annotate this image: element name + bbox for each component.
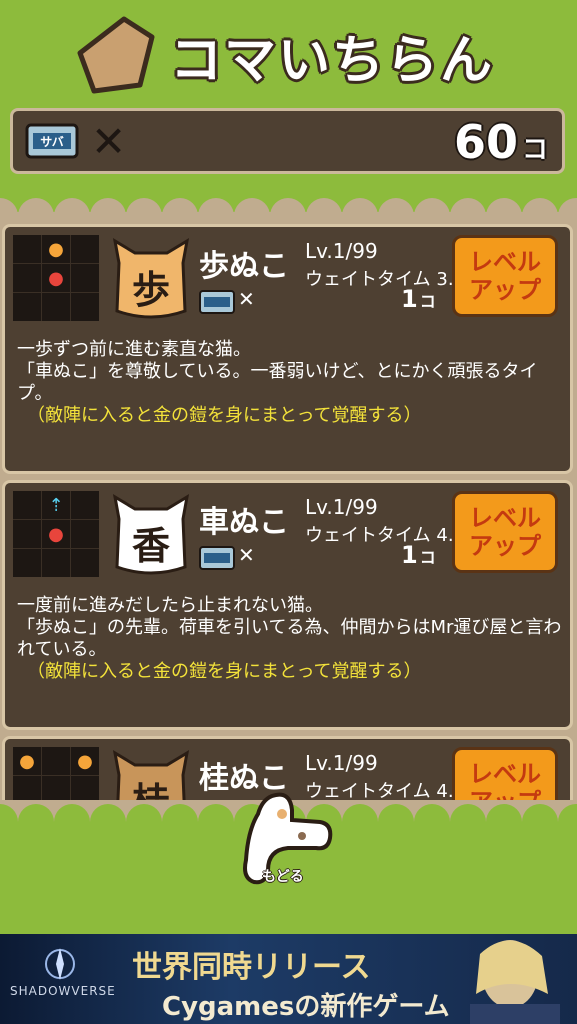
arrow-up-icon: ⇡ (42, 491, 70, 519)
move-grid: ⇡ ● (13, 491, 99, 577)
grid-cell (71, 235, 99, 263)
saba-can-icon: サバ (25, 123, 79, 159)
cost-unit: コ (419, 292, 436, 311)
level-up-label-1: レベル (469, 760, 541, 788)
kyo-cat-portrait: 香 (112, 494, 190, 575)
unit-name: 歩ぬこ (199, 249, 289, 284)
grid-cell (13, 520, 41, 548)
unit-description: 一度前に進みだしたら止まれない猫。 「歩ぬこ」の先輩。荷車を引いてる為、仲間から… (17, 595, 562, 683)
desc-line: 「歩ぬこ」の先輩。荷車を引いてる為、仲間からはMr運び屋と言われている。 (17, 617, 562, 660)
multiply-sign: ✕ (91, 117, 127, 166)
ad-character-art (470, 940, 560, 1024)
can-count: 60 コ (454, 115, 548, 177)
unit-effect: （敵陣に入ると金の鎧を身にまとって覚醒する） (27, 661, 422, 682)
can-label: サバ (40, 135, 64, 149)
unit-effect: （敵陣に入ると金の鎧を身にまとって覚醒する） (27, 405, 422, 426)
grid-cell (71, 549, 99, 577)
can-count-value: 60 (453, 115, 518, 169)
grid-cell (71, 520, 99, 548)
portrait-char: 歩 (132, 268, 170, 312)
unit-level: Lv.1/99 (305, 751, 378, 775)
levelup-cost: 1コ (401, 541, 436, 569)
scallop-divider-top (0, 176, 577, 216)
back-label[interactable]: もどる (262, 866, 304, 886)
grid-cell (71, 293, 99, 321)
multiply-sign: ✕ (238, 287, 255, 311)
grid-cell (71, 264, 99, 292)
portrait-char: 香 (132, 524, 170, 568)
grid-cell (42, 549, 70, 577)
shogi-piece-icon (77, 16, 155, 94)
levelup-cost: 1コ (401, 285, 436, 313)
unit-level: Lv.1/99 (305, 239, 378, 263)
paw-red-icon: ● (42, 264, 70, 292)
paw-red-icon: ● (42, 520, 70, 548)
level-up-button[interactable]: レベル アップ (452, 235, 558, 317)
desc-line: 一歩ずつ前に進む素直な猫。 (17, 339, 251, 360)
grid-cell (13, 235, 41, 263)
paw-orange-icon: ● (13, 747, 41, 775)
paw-orange-icon: ● (71, 747, 99, 775)
ad-banner[interactable]: SHADOWVERSE 世界同時リリース Cygamesの新作ゲーム (0, 934, 577, 1024)
desc-line: 「車ぬこ」を尊敬している。一番弱いけど、とにかく頑張るタイプ。 (17, 361, 538, 404)
cost-value: 1 (401, 285, 418, 313)
cost-unit: コ (419, 548, 436, 567)
grid-cell (71, 491, 99, 519)
multiply-sign: ✕ (238, 543, 255, 567)
unit-description: 一歩ずつ前に進む素直な猫。 「車ぬこ」を尊敬している。一番弱いけど、とにかく頑張… (17, 339, 562, 427)
level-up-label-2: アップ (469, 532, 541, 560)
fu-cat-portrait: 歩 (112, 238, 190, 319)
grid-cell (13, 293, 41, 321)
ad-logo: SHADOWVERSE (10, 984, 116, 998)
desc-line: 一度前に進みだしたら止まれない猫。 (17, 595, 323, 616)
currency-bar: サバ ✕ 60 コ (10, 108, 565, 174)
cost-value: 1 (401, 541, 418, 569)
saba-can-icon (199, 290, 235, 314)
page-title: コマいちらん (170, 30, 495, 91)
unit-card-fu: ● ● 歩 歩ぬこ Lv.1/99 ウェイトタイム 3.00s ✕ 1コ レベル… (2, 224, 573, 474)
move-grid: ● ● (13, 235, 99, 321)
grid-cell (42, 293, 70, 321)
grid-cell (13, 491, 41, 519)
header: コマいちらん (0, 0, 577, 105)
grid-cell (13, 549, 41, 577)
paw-orange-icon: ● (42, 235, 70, 263)
can-count-unit: コ (521, 135, 548, 165)
grid-cell (13, 264, 41, 292)
shadowverse-emblem-icon (45, 948, 75, 980)
unit-list[interactable]: ● ● 歩 歩ぬこ Lv.1/99 ウェイトタイム 3.00s ✕ 1コ レベル… (0, 212, 577, 812)
level-up-label-1: レベル (469, 504, 541, 532)
level-up-button[interactable]: レベル アップ (452, 491, 558, 573)
unit-card-kyo: ⇡ ● 香 車ぬこ Lv.1/99 ウェイトタイム 4.00s ✕ 1コ レベル… (2, 480, 573, 730)
unit-name: 車ぬこ (199, 505, 289, 540)
level-up-label-1: レベル (469, 248, 541, 276)
title-area: コマいちらん (72, 10, 494, 100)
ad-subline: Cygamesの新作ゲーム (162, 992, 450, 1022)
ad-headline: 世界同時リリース (132, 950, 371, 985)
unit-level: Lv.1/99 (305, 495, 378, 519)
level-up-label-2: アップ (469, 276, 541, 304)
saba-can-icon (199, 546, 235, 570)
grid-cell (42, 747, 70, 775)
